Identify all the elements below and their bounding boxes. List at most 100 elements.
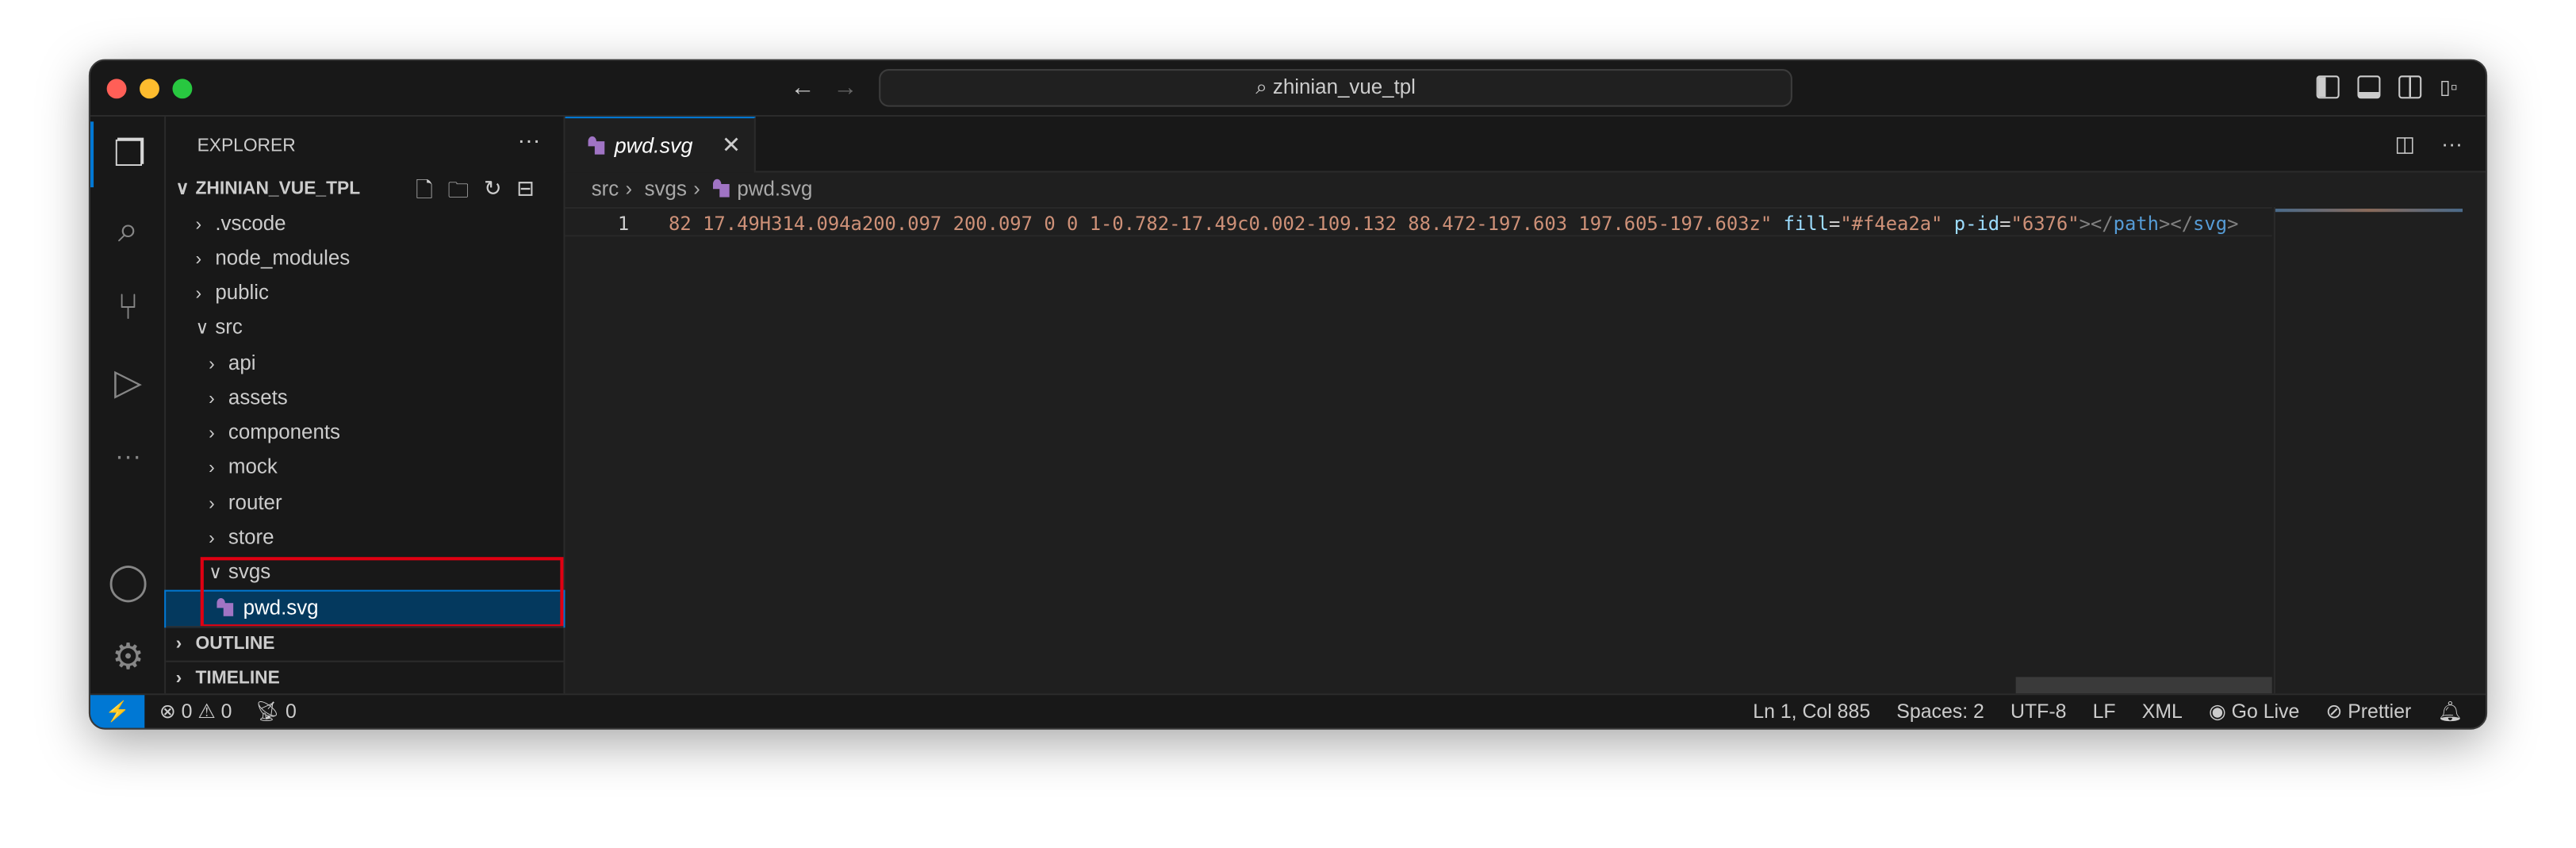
forward-arrow-icon[interactable]: → xyxy=(833,74,857,102)
explorer-title: EXPLORER xyxy=(197,136,296,156)
split-editor-icon[interactable]: ◫ xyxy=(2394,132,2414,158)
timeline-section[interactable]: › TIMELINE xyxy=(166,660,564,695)
broadcast-icon: 📡︎ xyxy=(255,700,281,723)
chevron-right-icon: › xyxy=(209,528,215,549)
chevron-down-icon: ∨ xyxy=(195,318,209,339)
chevron-down-icon: ∨ xyxy=(175,178,190,199)
tree-item-components[interactable]: › components xyxy=(166,416,563,450)
remote-indicator-icon[interactable]: ⚡ xyxy=(90,695,145,728)
svg-file-icon xyxy=(712,178,730,198)
end-of-line[interactable]: LF xyxy=(2093,695,2116,727)
chevron-right-icon: › xyxy=(209,494,215,515)
workspace-title: zhinian_vue_tpl xyxy=(1272,75,1416,99)
warning-count: 0 xyxy=(220,700,232,723)
code-punct: > xyxy=(2227,212,2239,236)
command-center-search[interactable]: ⌕ zhinian_vue_tpl xyxy=(879,68,1792,107)
extensions-more-icon[interactable]: ··· xyxy=(90,425,166,491)
encoding[interactable]: UTF-8 xyxy=(2011,695,2066,727)
tree-item-src[interactable]: ∨ src xyxy=(166,310,563,344)
root-label: ZHINIAN_VUE_TPL xyxy=(195,178,361,199)
highlight-box xyxy=(200,557,564,628)
toggle-panel-icon[interactable] xyxy=(2357,75,2381,99)
tree-label: assets xyxy=(228,386,288,409)
go-live-label: Go Live xyxy=(2231,700,2300,723)
source-control-icon[interactable]: ⑂ xyxy=(90,274,166,340)
search-icon[interactable]: ⌕ xyxy=(90,198,166,263)
toggle-secondary-sidebar-icon[interactable] xyxy=(2398,75,2422,99)
maximize-window-button[interactable] xyxy=(172,79,193,99)
tree-label: .vscode xyxy=(215,212,286,236)
run-debug-icon[interactable]: ▷ xyxy=(90,350,166,416)
breadcrumb-item[interactable]: svgs xyxy=(645,178,687,201)
breadcrumb-item[interactable]: pwd.svg xyxy=(737,178,812,201)
chevron-right-icon: › xyxy=(175,634,182,654)
cursor-position[interactable]: Ln 1, Col 885 xyxy=(1753,695,1870,727)
tree-item-mock[interactable]: › mock xyxy=(166,451,563,485)
chevron-right-icon: › xyxy=(625,177,633,201)
code-tag: path xyxy=(2113,212,2160,236)
tree-item-public[interactable]: › public xyxy=(166,276,563,310)
code-text: 82 17.49H314.094a200.097 200.097 0 0 1-0… xyxy=(669,212,2239,236)
code-line[interactable]: 1 82 17.49H314.094a200.097 200.097 0 0 1… xyxy=(565,206,2272,237)
tree-label: node_modules xyxy=(215,246,351,270)
go-live-button[interactable]: ◉ Go Live xyxy=(2209,695,2299,727)
line-number: 1 xyxy=(617,212,630,236)
tree-label: router xyxy=(228,491,282,515)
breadcrumb-item[interactable]: src xyxy=(592,178,619,201)
tab-pwd-svg[interactable]: pwd.svg ✕ xyxy=(565,117,756,173)
tree-item-node-modules[interactable]: › node_modules xyxy=(166,241,563,275)
tree-label: components xyxy=(228,420,341,444)
ports-indicator[interactable]: 📡︎ 0 xyxy=(255,695,296,727)
horizontal-scrollbar[interactable] xyxy=(2015,677,2272,694)
prettier-status-icon: ⊘ xyxy=(2325,700,2348,723)
tree-label: mock xyxy=(228,455,278,478)
notifications-bell-icon[interactable]: 🔔︎ xyxy=(2437,695,2463,727)
tree-item-router[interactable]: › router xyxy=(166,486,563,520)
tree-item-api[interactable]: › api xyxy=(166,347,563,381)
code-tag: svg xyxy=(2193,212,2228,236)
close-window-button[interactable] xyxy=(106,79,127,99)
toggle-primary-sidebar-icon[interactable] xyxy=(2316,75,2340,99)
minimize-window-button[interactable] xyxy=(140,79,159,99)
activity-bar: ❐ ⌕ ⑂ ▷ ··· ◯ ⚙ xyxy=(90,117,167,694)
chevron-right-icon: › xyxy=(209,458,215,478)
settings-gear-icon[interactable]: ⚙ xyxy=(90,624,166,690)
svg-file-icon xyxy=(588,136,607,155)
chevron-right-icon: › xyxy=(209,389,215,409)
chevron-right-icon: › xyxy=(209,355,215,375)
tab-bar: pwd.svg ✕ ◫ ··· xyxy=(565,117,2486,173)
prettier-button[interactable]: ⊘ Prettier xyxy=(2325,695,2411,727)
explorer-sidebar: EXPLORER ··· ∨ ZHINIAN_VUE_TPL 🗋 🗀 ↻ ⊟ ›.… xyxy=(164,117,565,695)
tree-item-store[interactable]: › store xyxy=(166,521,563,555)
code-punct: ></ xyxy=(2159,212,2194,236)
code-attr: p-id xyxy=(1953,212,2000,236)
back-arrow-icon[interactable]: ← xyxy=(790,74,815,102)
tree-item-vscode[interactable]: › .vscode xyxy=(166,207,563,241)
code-punct: ></ xyxy=(2079,212,2114,236)
chevron-right-icon: › xyxy=(175,669,182,689)
tree-item-assets[interactable]: › assets xyxy=(166,382,563,416)
close-tab-icon[interactable]: ✕ xyxy=(722,118,741,172)
editor-area: pwd.svg ✕ ◫ ··· src › svgs › pwd.svg 1 82 17… xyxy=(565,117,2486,694)
tree-label: public xyxy=(215,281,270,305)
chevron-right-icon: › xyxy=(195,249,202,270)
explorer-icon[interactable]: ❐ xyxy=(90,121,166,188)
minimap[interactable] xyxy=(2273,206,2463,694)
problems-indicator[interactable]: ⊗ 0 ⚠ 0 xyxy=(159,695,232,727)
more-actions-icon[interactable]: ··· xyxy=(517,126,540,152)
code-string: "#f4ea2a" xyxy=(1840,212,1943,236)
more-actions-icon[interactable]: ··· xyxy=(2441,132,2463,158)
customize-layout-icon[interactable]: ▯▫ xyxy=(2440,75,2463,98)
error-count: 0 xyxy=(181,700,193,723)
code-string: 82 17.49H314.094a200.097 200.097 0 0 1-0… xyxy=(669,212,1773,236)
account-icon[interactable]: ◯ xyxy=(90,549,166,615)
language-mode[interactable]: XML xyxy=(2142,695,2183,727)
indentation[interactable]: Spaces: 2 xyxy=(1896,695,1984,727)
outline-section[interactable]: › OUTLINE xyxy=(166,626,564,660)
section-label: TIMELINE xyxy=(195,669,280,689)
code-string: "6376" xyxy=(2011,212,2080,236)
tree-label: src xyxy=(215,315,243,339)
vscode-window: ← → ⌕ zhinian_vue_tpl ▯▫ ❐ ⌕ ⑂ ▷ ··· ◯ ⚙… xyxy=(88,59,2488,730)
broadcast-icon: ◉ xyxy=(2209,700,2232,723)
tree-label: api xyxy=(228,351,256,375)
